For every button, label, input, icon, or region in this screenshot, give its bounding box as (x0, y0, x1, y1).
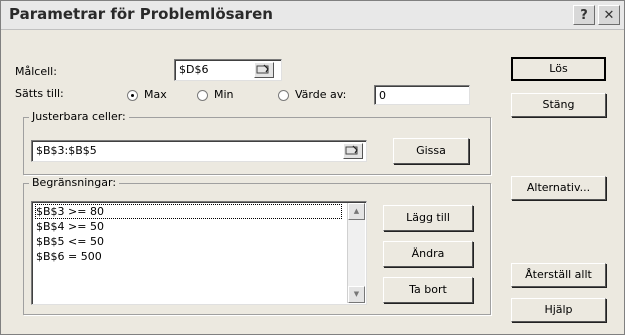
delete-constraint-button[interactable]: Ta bort (383, 277, 473, 303)
collapse-dialog-icon[interactable] (254, 62, 274, 78)
options-button[interactable]: Alternativ... (511, 176, 606, 200)
constraints-scrollbar[interactable]: ▲ ▼ (347, 203, 365, 303)
constraints-list[interactable]: $B$3 >= 80 $B$4 >= 50 $B$5 <= 50 $B$6 = … (31, 201, 367, 305)
help-button[interactable]: Hjälp (511, 298, 606, 322)
constraint-item[interactable]: $B$4 >= 50 (36, 220, 104, 233)
change-constraint-button[interactable]: Ändra (383, 241, 473, 267)
reset-all-button[interactable]: Återställ allt (511, 263, 606, 287)
value-of-value: 0 (379, 89, 386, 102)
target-cell-value: $D$6 (179, 63, 209, 76)
radio-value-of-label: Värde av: (295, 88, 347, 101)
constraint-item[interactable]: $B$5 <= 50 (36, 235, 104, 248)
close-button[interactable]: Stäng (511, 93, 606, 117)
solver-dialog: Parametrar för Problemlösaren ? ✕ Målcel… (0, 0, 625, 335)
window-title: Parametrar för Problemlösaren (9, 5, 273, 23)
value-of-input[interactable]: 0 (374, 85, 470, 105)
target-cell-label: Målcell: (15, 65, 57, 78)
changing-cells-label: Justerbara celler: (29, 110, 129, 123)
guess-button[interactable]: Gissa (393, 138, 469, 164)
radio-min[interactable] (197, 90, 208, 101)
radio-min-label: Min (214, 88, 234, 101)
constraints-label: Begränsningar: (29, 176, 120, 189)
constraint-item[interactable]: $B$3 >= 80 (35, 204, 342, 219)
collapse-dialog-graphic (345, 145, 358, 155)
scroll-down-icon[interactable]: ▼ (348, 286, 365, 303)
collapse-dialog-graphic (256, 64, 269, 74)
collapse-dialog-icon[interactable] (343, 143, 363, 159)
help-icon[interactable]: ? (573, 5, 595, 25)
changing-cells-value: $B$3:$B$5 (36, 144, 97, 157)
equal-to-label: Sätts till: (15, 87, 64, 100)
add-constraint-button[interactable]: Lägg till (383, 205, 473, 231)
close-icon[interactable]: ✕ (598, 5, 620, 25)
radio-max[interactable] (127, 90, 138, 101)
title-bar: Parametrar för Problemlösaren ? ✕ (1, 1, 624, 30)
radio-value-of[interactable] (278, 90, 289, 101)
solve-button[interactable]: Lös (511, 57, 606, 81)
changing-cells-input[interactable]: $B$3:$B$5 (31, 140, 367, 162)
scroll-up-icon[interactable]: ▲ (348, 203, 365, 220)
radio-max-label: Max (144, 88, 167, 101)
constraint-item[interactable]: $B$6 = 500 (36, 250, 102, 263)
